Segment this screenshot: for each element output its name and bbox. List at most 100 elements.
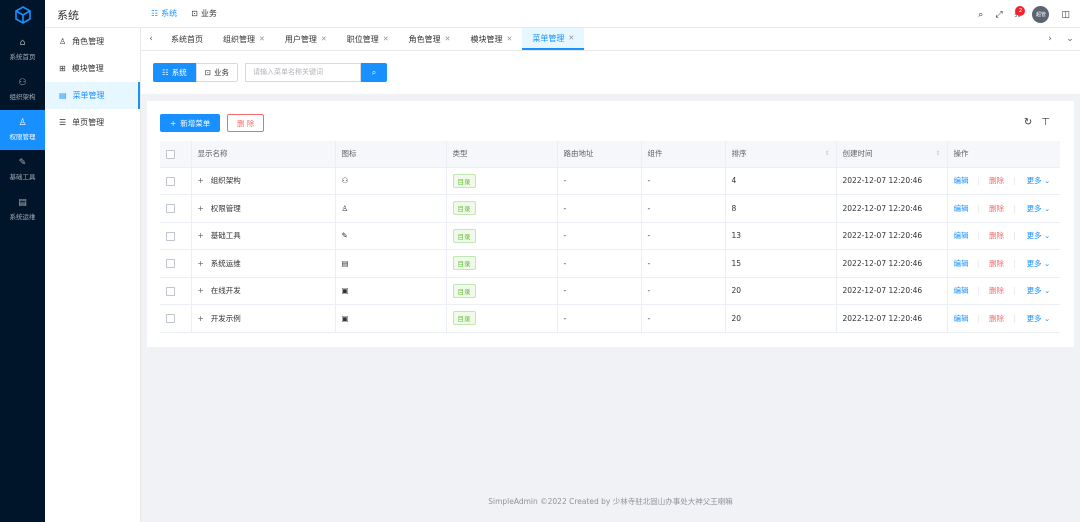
edit-button[interactable]: 编辑 [954,204,969,213]
segment-business-button[interactable]: ⊡ 业务 [195,63,239,82]
col-sort[interactable]: 排序 ⇕ [725,141,837,168]
top-nav-item[interactable]: ☷ 系统 [151,8,177,19]
sort-cell: 8 [725,194,837,223]
delete-row-button[interactable]: 删除 [989,314,1004,323]
sort-cell: 13 [725,222,837,250]
expand-icon[interactable]: + [198,204,204,213]
col-icon: 图标 [335,141,447,168]
row-checkbox[interactable] [166,314,175,323]
rail-item[interactable]: ⚇ 组织架构 [0,70,45,110]
add-menu-button[interactable]: + 新增菜单 [160,114,221,132]
tab-close-icon[interactable]: ✕ [321,35,327,43]
expand-icon[interactable]: + [198,259,204,268]
segment-system-button[interactable]: ☷ 系统 [153,63,196,82]
tabs-scroll-right-icon[interactable]: › [1040,28,1060,50]
rail-item-label: 组织架构 [9,93,36,101]
tab-label: 组织管理 [223,34,255,44]
col-name: 显示名称 [191,141,336,168]
search-button[interactable]: ⌕ [361,63,387,82]
more-button[interactable]: 更多 ⌄ [1027,314,1051,323]
delete-row-button[interactable]: 删除 [989,286,1004,295]
sidebar-item[interactable]: ♙ 角色管理 [45,28,140,55]
search-icon[interactable]: ⌕ [978,10,983,20]
role-icon: ♙ [59,37,67,46]
row-checkbox[interactable] [166,231,175,241]
refresh-icon[interactable]: ↻ [1024,117,1032,128]
avatar[interactable]: 超管 [1032,6,1050,23]
component-cell: - [641,167,726,195]
top-nav: ☷ 系统 ⊡ 业务 [151,8,217,19]
tab-close-icon[interactable]: ✕ [568,34,574,42]
tab[interactable]: 职位管理 ✕ [337,28,399,50]
table-tools: ↻ ⊤ [1024,117,1050,128]
column-height-icon[interactable]: ⊤ [1041,117,1050,128]
row-checkbox[interactable] [166,286,175,296]
tab[interactable]: 用户管理 ✕ [275,28,337,50]
chevron-down-icon: ⌄ [1041,313,1051,323]
name-cell: + 系统运维 [191,249,336,278]
select-all-checkbox[interactable] [166,149,175,159]
delete-row-button[interactable]: 删除 [989,231,1004,240]
more-button[interactable]: 更多 ⌄ [1027,259,1051,268]
expand-icon[interactable]: + [198,286,204,295]
tab-close-icon[interactable]: ✕ [259,35,265,43]
type-cell: 目录 [446,249,558,278]
more-button[interactable]: 更多 ⌄ [1027,204,1051,213]
layout-toggle-icon[interactable]: ◫ [1061,10,1070,20]
tabs-scroll-left-icon[interactable]: ‹ [141,28,161,50]
top-nav-item[interactable]: ⊡ 业务 [191,8,217,19]
row-checkbox[interactable] [166,204,175,213]
expand-icon[interactable]: + [198,231,204,240]
select-all-cell [160,141,192,168]
tab-close-icon[interactable]: ✕ [445,35,451,43]
menu-icon: ▤ [59,91,67,100]
edit-button[interactable]: 编辑 [954,286,969,295]
notification-icon[interactable]: ⍾2 [1015,5,1026,20]
edit-button[interactable]: 编辑 [954,259,969,268]
table-row: + 组织架构 ⚇ 目录 - -4 2022-12-07 12:20:46 编辑 | 删除 | 更多 ⌄ [160,167,1060,195]
sidebar-item[interactable]: ⊞ 模块管理 [45,55,140,82]
col-created[interactable]: 创建时间 ⇕ [836,141,948,168]
more-button[interactable]: 更多 ⌄ [1027,176,1051,185]
type-tag: 目录 [452,256,476,271]
col-component: 组件 [641,141,726,168]
tab[interactable]: 菜单管理 ✕ [522,28,585,50]
edit-button[interactable]: 编辑 [954,314,969,323]
edit-button[interactable]: 编辑 [954,231,969,240]
tab[interactable]: 模块管理 ✕ [461,28,523,50]
expand-icon[interactable]: + [198,176,204,185]
user-icon: ♙ [341,203,349,213]
edit-button[interactable]: 编辑 [954,176,969,185]
row-checkbox[interactable] [166,176,175,186]
tabs-dropdown-icon[interactable]: ⌄ [1060,28,1080,50]
app-logo-icon[interactable] [0,0,45,30]
row-checkbox[interactable] [166,259,175,268]
menu-search-input[interactable] [245,63,361,82]
more-button[interactable]: 更多 ⌄ [1027,231,1051,240]
sort-icon: ⇕ [935,150,941,158]
sidebar-item[interactable]: ☰ 单页管理 [45,109,140,136]
tab[interactable]: 角色管理 ✕ [399,28,461,50]
rail-item[interactable]: ▤ 系统运维 [0,190,45,230]
delete-row-button[interactable]: 删除 [989,176,1004,185]
delete-row-button[interactable]: 删除 [989,204,1004,213]
tab[interactable]: 系统首页 [161,28,213,50]
tab[interactable]: 组织管理 ✕ [213,28,275,50]
chevron-down-icon: ⌄ [1041,286,1051,296]
tab-close-icon[interactable]: ✕ [507,35,513,43]
more-button[interactable]: 更多 ⌄ [1027,286,1051,295]
chevron-down-icon: ⌄ [1041,176,1051,186]
rail-item[interactable]: ✎ 基础工具 [0,150,45,190]
delete-row-button[interactable]: 删除 [989,259,1004,268]
delete-button[interactable]: 删 除 [227,114,265,132]
rail-item[interactable]: ⌂ 系统首页 [0,30,45,70]
table-row: + 权限管理 ♙ 目录 - -8 2022-12-07 12:20:46 编辑 | 删除 | 更多 ⌄ [160,194,1060,223]
expand-icon[interactable]: + [198,314,204,323]
tab-close-icon[interactable]: ✕ [383,35,389,43]
component-cell: - [641,304,726,333]
fullscreen-icon[interactable]: ⤢ [995,10,1002,20]
route-cell: - [557,304,642,333]
rail-item[interactable]: ♙ 权限管理 [0,110,45,150]
row-select-cell [160,304,192,333]
sidebar-item[interactable]: ▤ 菜单管理 [45,82,140,109]
